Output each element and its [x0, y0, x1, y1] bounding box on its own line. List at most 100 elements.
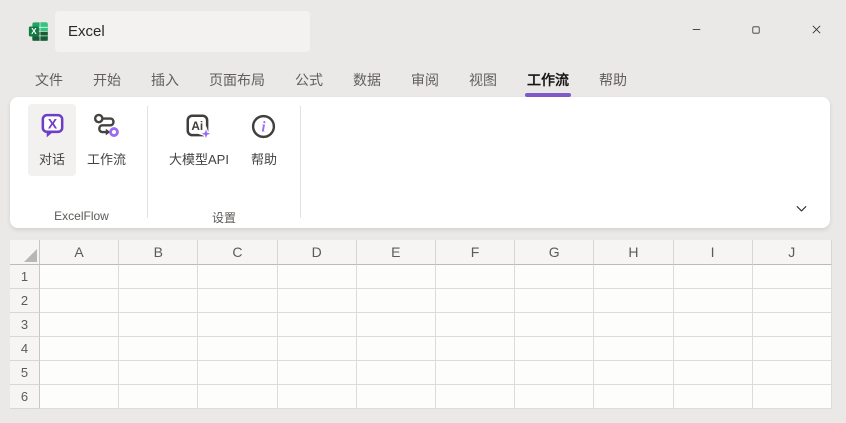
cell-D1[interactable] — [278, 265, 357, 289]
cell-E1[interactable] — [357, 265, 436, 289]
cell-H2[interactable] — [594, 289, 673, 313]
cell-J5[interactable] — [753, 361, 832, 385]
cell-B1[interactable] — [119, 265, 198, 289]
cell-H1[interactable] — [594, 265, 673, 289]
select-all-button[interactable] — [10, 240, 40, 265]
cell-F4[interactable] — [436, 337, 515, 361]
app-title: Excel — [68, 23, 105, 40]
column-header-F[interactable]: F — [436, 240, 515, 265]
cell-A6[interactable] — [40, 385, 119, 409]
group-divider — [147, 106, 148, 218]
tab-workflow[interactable]: 工作流 — [512, 62, 584, 97]
tab-formulas[interactable]: 公式 — [280, 62, 338, 97]
cell-D6[interactable] — [278, 385, 357, 409]
cell-G5[interactable] — [515, 361, 594, 385]
cell-G1[interactable] — [515, 265, 594, 289]
cell-A5[interactable] — [40, 361, 119, 385]
tab-home[interactable]: 开始 — [78, 62, 136, 97]
cell-E3[interactable] — [357, 313, 436, 337]
collapse-ribbon-button[interactable] — [788, 199, 814, 221]
cell-B2[interactable] — [119, 289, 198, 313]
cell-C6[interactable] — [198, 385, 277, 409]
tab-help[interactable]: 帮助 — [584, 62, 642, 97]
cell-H6[interactable] — [594, 385, 673, 409]
help-button[interactable]: i 帮助 — [240, 104, 288, 176]
llm-api-button[interactable]: Ai 大模型API — [160, 104, 238, 176]
tab-insert[interactable]: 插入 — [136, 62, 194, 97]
svg-text:i: i — [262, 120, 266, 136]
cell-A4[interactable] — [40, 337, 119, 361]
cell-D2[interactable] — [278, 289, 357, 313]
cell-I6[interactable] — [674, 385, 753, 409]
cell-C1[interactable] — [198, 265, 277, 289]
cell-F3[interactable] — [436, 313, 515, 337]
column-header-I[interactable]: I — [674, 240, 753, 265]
column-header-E[interactable]: E — [357, 240, 436, 265]
cell-H3[interactable] — [594, 313, 673, 337]
minimize-button[interactable] — [666, 0, 726, 62]
cell-F6[interactable] — [436, 385, 515, 409]
column-header-D[interactable]: D — [278, 240, 357, 265]
row-header-1[interactable]: 1 — [10, 265, 40, 289]
tab-file[interactable]: 文件 — [20, 62, 78, 97]
cell-D4[interactable] — [278, 337, 357, 361]
cell-B6[interactable] — [119, 385, 198, 409]
cell-C5[interactable] — [198, 361, 277, 385]
cell-E4[interactable] — [357, 337, 436, 361]
tab-review[interactable]: 审阅 — [396, 62, 454, 97]
maximize-button[interactable] — [726, 0, 786, 62]
cell-G3[interactable] — [515, 313, 594, 337]
grid-row-3: 3 — [10, 313, 832, 337]
cell-F1[interactable] — [436, 265, 515, 289]
cell-E6[interactable] — [357, 385, 436, 409]
cell-D5[interactable] — [278, 361, 357, 385]
cell-G2[interactable] — [515, 289, 594, 313]
cell-I5[interactable] — [674, 361, 753, 385]
cell-J6[interactable] — [753, 385, 832, 409]
cell-C4[interactable] — [198, 337, 277, 361]
cell-A3[interactable] — [40, 313, 119, 337]
column-header-A[interactable]: A — [40, 240, 119, 265]
cell-C2[interactable] — [198, 289, 277, 313]
cell-J3[interactable] — [753, 313, 832, 337]
cell-E5[interactable] — [357, 361, 436, 385]
cell-D3[interactable] — [278, 313, 357, 337]
grid-row-2: 2 — [10, 289, 832, 313]
column-header-H[interactable]: H — [594, 240, 673, 265]
row-header-2[interactable]: 2 — [10, 289, 40, 313]
cell-J2[interactable] — [753, 289, 832, 313]
cell-A1[interactable] — [40, 265, 119, 289]
cell-F5[interactable] — [436, 361, 515, 385]
cell-H4[interactable] — [594, 337, 673, 361]
column-header-G[interactable]: G — [515, 240, 594, 265]
row-header-5[interactable]: 5 — [10, 361, 40, 385]
close-button[interactable] — [786, 0, 846, 62]
cell-A2[interactable] — [40, 289, 119, 313]
cell-I1[interactable] — [674, 265, 753, 289]
column-header-B[interactable]: B — [119, 240, 198, 265]
tab-page-layout[interactable]: 页面布局 — [194, 62, 280, 97]
cell-F2[interactable] — [436, 289, 515, 313]
cell-G4[interactable] — [515, 337, 594, 361]
column-header-C[interactable]: C — [198, 240, 277, 265]
chat-button[interactable]: X 对话 — [28, 104, 76, 176]
column-header-J[interactable]: J — [753, 240, 832, 265]
cell-B4[interactable] — [119, 337, 198, 361]
cell-I4[interactable] — [674, 337, 753, 361]
cell-C3[interactable] — [198, 313, 277, 337]
tab-data[interactable]: 数据 — [338, 62, 396, 97]
cell-J1[interactable] — [753, 265, 832, 289]
cell-G6[interactable] — [515, 385, 594, 409]
row-header-6[interactable]: 6 — [10, 385, 40, 409]
tab-view[interactable]: 视图 — [454, 62, 512, 97]
cell-E2[interactable] — [357, 289, 436, 313]
cell-I2[interactable] — [674, 289, 753, 313]
cell-I3[interactable] — [674, 313, 753, 337]
cell-B3[interactable] — [119, 313, 198, 337]
row-header-4[interactable]: 4 — [10, 337, 40, 361]
workflow-button[interactable]: 工作流 — [78, 104, 135, 176]
cell-H5[interactable] — [594, 361, 673, 385]
cell-J4[interactable] — [753, 337, 832, 361]
row-header-3[interactable]: 3 — [10, 313, 40, 337]
cell-B5[interactable] — [119, 361, 198, 385]
